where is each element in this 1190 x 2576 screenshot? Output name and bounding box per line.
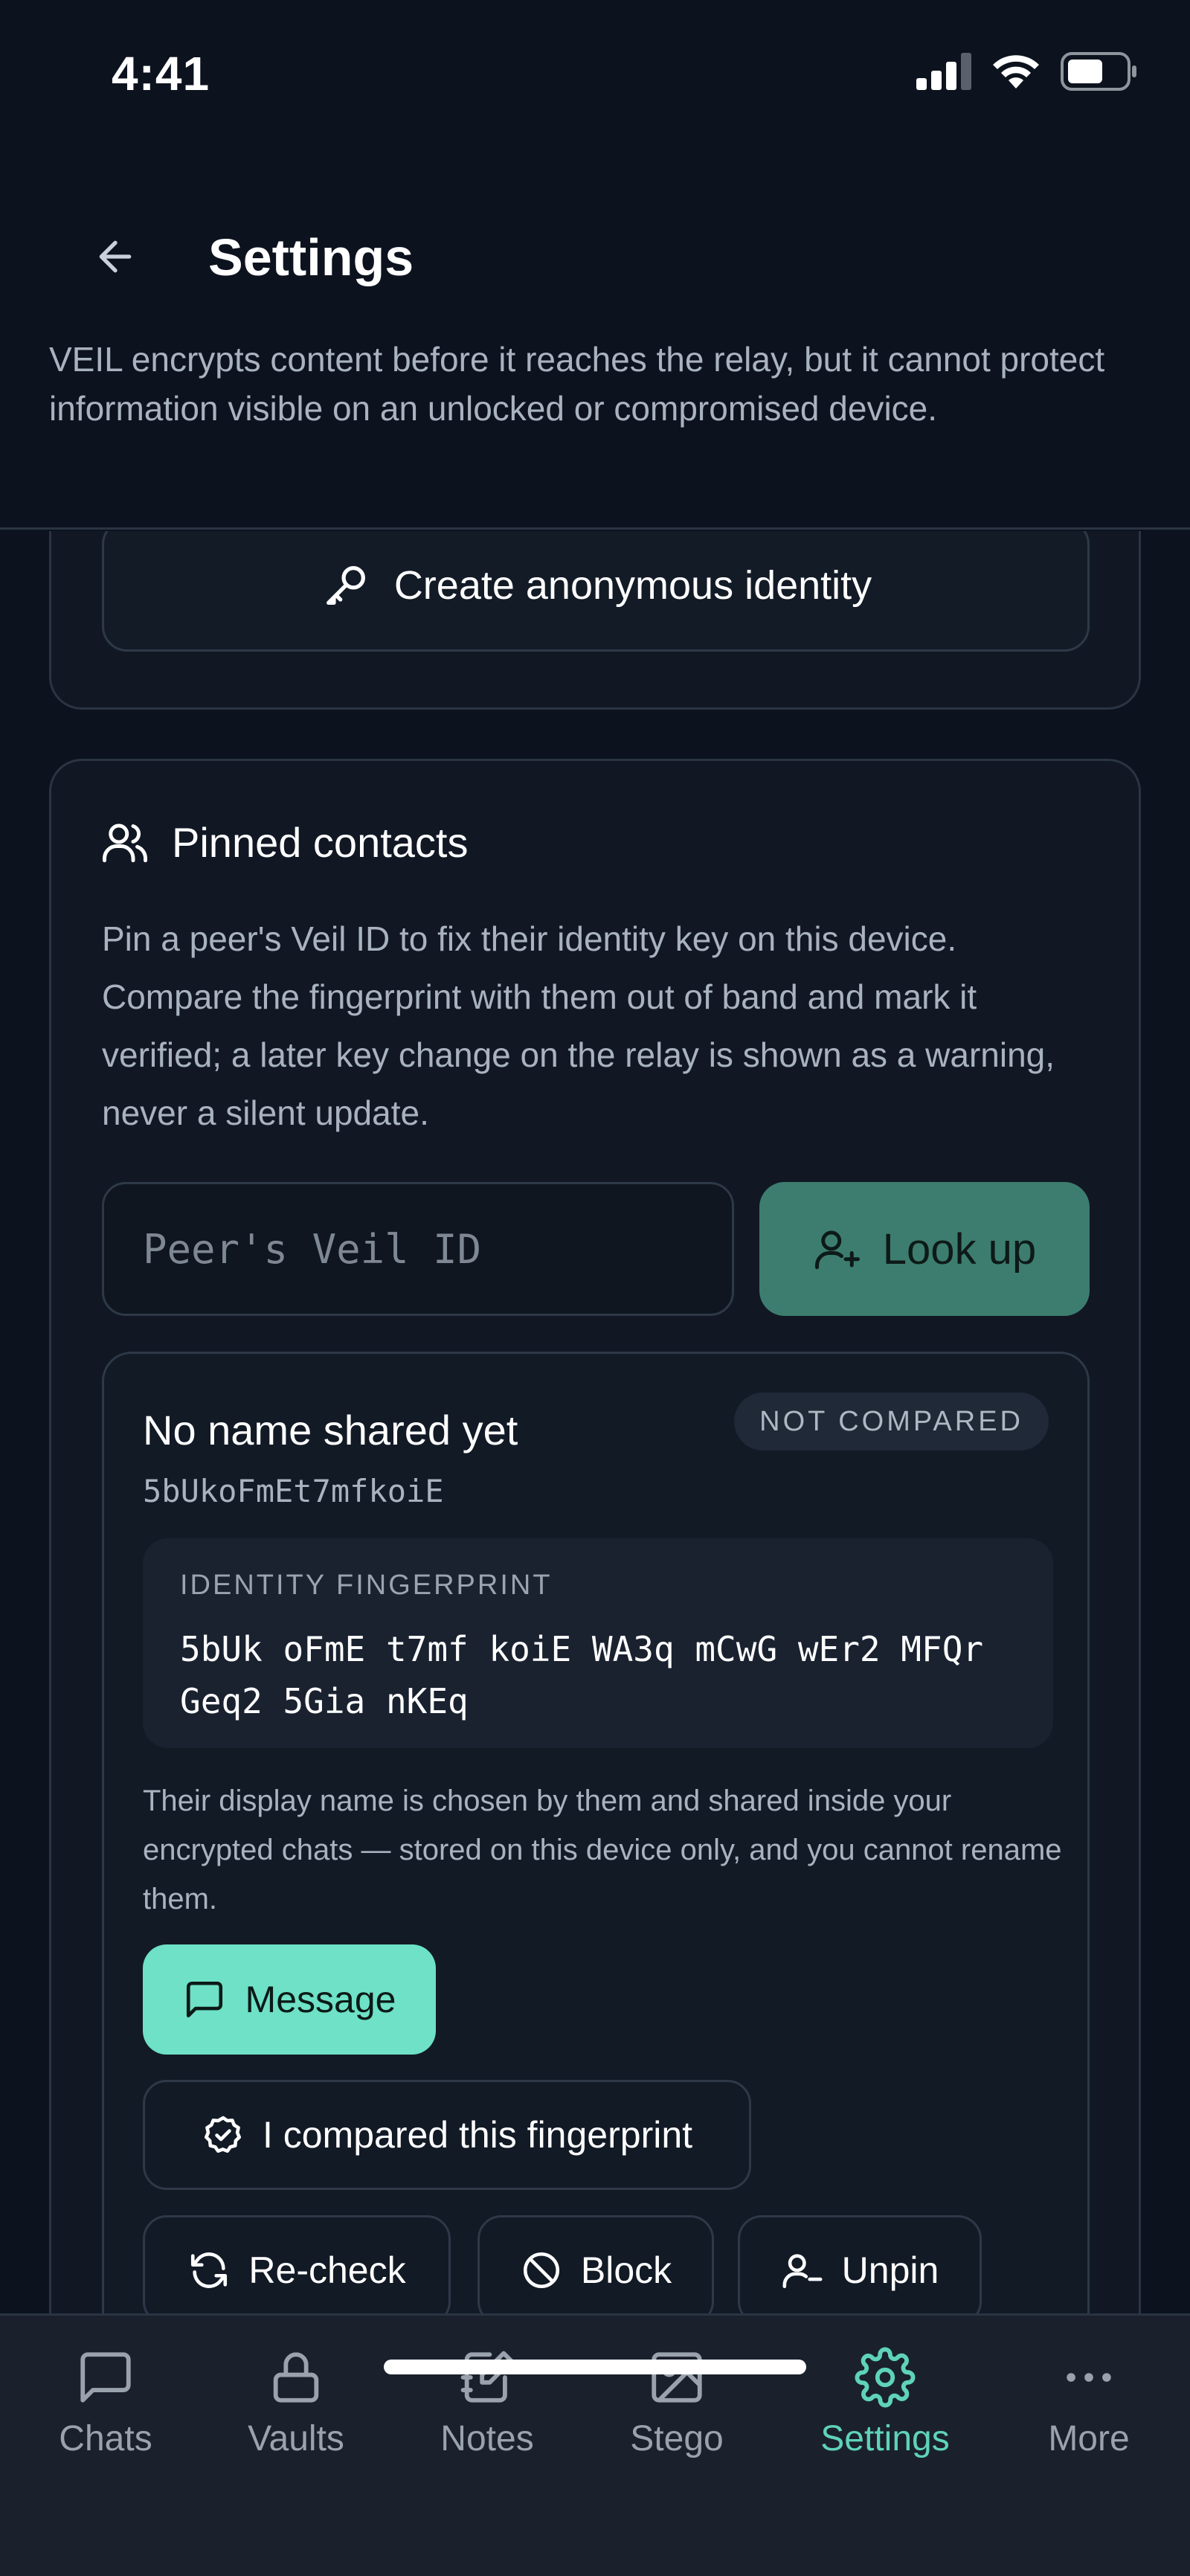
pinned-contacts-description: Pin a peer's Veil ID to fix their identi… — [102, 919, 1055, 1132]
section-title: Pinned contacts — [172, 818, 469, 866]
user-plus-icon — [814, 1230, 860, 1270]
tab-chats-label: Chats — [59, 2419, 152, 2458]
gear-icon — [855, 2347, 916, 2408]
badge-check-icon — [204, 2116, 242, 2153]
pinned-contact-card: No name shared yet 5bUkoFmEt7mfkoiE NOT … — [102, 1352, 1090, 2313]
battery-icon — [1061, 52, 1136, 91]
re-check-label: Re-check — [248, 2249, 406, 2291]
wifi-icon — [993, 55, 1039, 89]
display-name-note: Their display name is chosen by them and… — [143, 1785, 1062, 1915]
user-minus-icon — [782, 2254, 823, 2289]
look-up-label: Look up — [882, 1224, 1037, 1273]
pinned-contacts-card: Pinned contacts Pin a peer's Veil ID to … — [49, 759, 1141, 2313]
fingerprint-value: 5bUk oFmE t7mf koiE WA3q mCwG wEr2 MFQr … — [180, 1629, 984, 1721]
page-title: Settings — [208, 228, 414, 286]
image-icon — [652, 2352, 702, 2403]
compared-fingerprint-button[interactable]: I compared this fingerprint — [143, 2080, 751, 2190]
tab-stego-label: Stego — [630, 2419, 724, 2458]
create-identity-label: Create anonymous identity — [393, 563, 872, 608]
status-icons — [916, 52, 1138, 91]
status-time: 4:41 — [112, 47, 210, 100]
tab-chats[interactable]: Chats — [16, 2347, 195, 2459]
refresh-icon — [191, 2252, 228, 2288]
pinned-contacts-header: Pinned contacts — [100, 818, 468, 867]
compared-fingerprint-label: I compared this fingerprint — [262, 2114, 693, 2156]
contact-veil-id: 5bUkoFmEt7mfkoiE — [143, 1473, 444, 1509]
contact-name: No name shared yet — [143, 1407, 518, 1454]
status-bar: 4:41 — [0, 0, 1190, 149]
settings-header: Settings VEIL encrypts content before it… — [0, 149, 1190, 530]
tab-vaults-label: Vaults — [248, 2419, 344, 2458]
bottom-tab-bar: Chats Vaults Notes Stego Settings More — [0, 2313, 1190, 2576]
tab-more-label: More — [1048, 2419, 1130, 2458]
message-square-icon — [186, 1981, 222, 2018]
tab-vaults[interactable]: Vaults — [207, 2347, 385, 2459]
lock-icon — [273, 2352, 319, 2403]
message-button[interactable]: Message — [143, 1944, 436, 2055]
settings-scroll-area[interactable]: Create anonymous identity Pinned contact… — [0, 531, 1190, 2313]
block-label: Block — [580, 2249, 672, 2291]
home-indicator — [384, 2360, 806, 2374]
tab-more[interactable]: More — [1000, 2347, 1178, 2459]
notebook-icon — [460, 2351, 514, 2403]
block-button[interactable]: Block — [477, 2215, 714, 2313]
message-label: Message — [245, 1979, 396, 2020]
tab-settings-label: Settings — [820, 2419, 950, 2458]
ban-icon — [523, 2252, 559, 2289]
tab-settings[interactable]: Settings — [796, 2347, 974, 2459]
unpin-label: Unpin — [841, 2249, 939, 2291]
unpin-button[interactable]: Unpin — [738, 2215, 982, 2313]
peer-veil-id-input[interactable] — [102, 1182, 734, 1316]
arrow-left-icon — [99, 240, 132, 273]
signal-icon — [916, 53, 971, 90]
key-icon — [326, 566, 365, 605]
fingerprint-box: IDENTITY FINGERPRINT 5bUk oFmE t7mf koiE… — [143, 1538, 1053, 1748]
re-check-button[interactable]: Re-check — [143, 2215, 451, 2313]
back-button[interactable] — [82, 223, 149, 290]
chat-icon — [80, 2352, 131, 2403]
create-identity-button[interactable]: Create anonymous identity — [102, 531, 1090, 652]
more-icon — [1067, 2373, 1111, 2382]
look-up-button[interactable]: Look up — [759, 1182, 1090, 1316]
tab-notes-label: Notes — [440, 2419, 534, 2458]
status-badge: NOT COMPARED — [734, 1393, 1049, 1451]
identity-card: Create anonymous identity — [49, 531, 1141, 710]
security-notice: VEIL encrypts content before it reaches … — [49, 340, 1105, 428]
users-icon — [103, 823, 147, 863]
fingerprint-label: IDENTITY FINGERPRINT — [180, 1570, 553, 1601]
